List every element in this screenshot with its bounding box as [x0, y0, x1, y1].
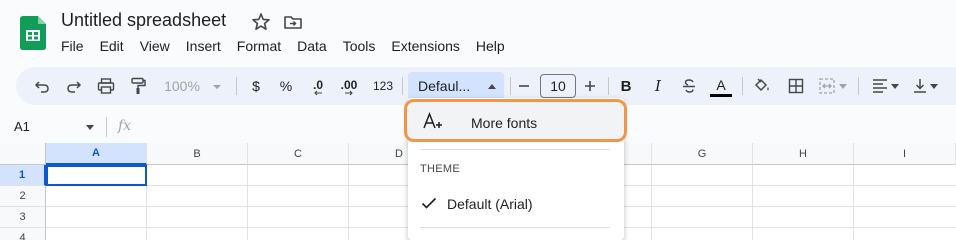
grid-line [247, 165, 248, 240]
menu-extensions[interactable]: Extensions [391, 37, 459, 55]
zoom-value: 100% [164, 78, 200, 94]
print-button[interactable] [94, 67, 118, 105]
redo-icon [67, 81, 82, 93]
paint-bucket-icon [754, 78, 769, 92]
fx-icon: fx [118, 118, 132, 134]
menu-divider [420, 149, 610, 150]
menu-divider [420, 227, 610, 228]
redo-button[interactable] [62, 67, 86, 105]
menu-tools[interactable]: Tools [343, 37, 376, 55]
more-fonts-label: More fonts [471, 115, 538, 131]
toolbar-divider [858, 77, 859, 95]
grid-line [348, 165, 349, 240]
caret-up-icon [488, 84, 496, 89]
paint-format-icon [131, 77, 146, 94]
increase-decimal-button[interactable]: .00 [336, 67, 362, 105]
column-header-c[interactable]: C [248, 143, 349, 165]
font-size-input[interactable]: 10 [540, 74, 576, 98]
menu-insert[interactable]: Insert [186, 37, 221, 55]
merge-chevron-down-icon [839, 83, 847, 89]
toolbar-divider [236, 77, 237, 95]
menu-help[interactable]: Help [476, 37, 505, 55]
align-chevron-down-icon [890, 83, 899, 89]
text-color-label: A [716, 76, 726, 93]
align-left-icon [872, 79, 887, 93]
column-header-h[interactable]: H [753, 143, 854, 165]
borders-icon [788, 78, 804, 94]
borders-button[interactable] [784, 67, 808, 105]
decrease-decimal-button[interactable]: .0 [306, 67, 330, 105]
row-header-3[interactable]: 3 [0, 207, 46, 228]
strikethrough-icon [683, 79, 695, 93]
undo-button[interactable] [30, 67, 54, 105]
paint-format-button[interactable] [126, 67, 150, 105]
menu-edit[interactable]: Edit [100, 37, 124, 55]
toolbar-divider [510, 77, 511, 95]
text-color-button[interactable]: A [708, 67, 734, 105]
grid-line [853, 165, 854, 240]
formula-bar-divider [106, 117, 107, 137]
text-color-swatch [710, 93, 732, 97]
currency-format-button[interactable]: $ [246, 67, 266, 105]
column-header-i[interactable]: I [854, 143, 956, 165]
more-fonts-menu-item[interactable]: More fonts [404, 99, 627, 142]
grid-line [651, 165, 652, 240]
plus-icon [585, 81, 595, 91]
toolbar-divider [608, 77, 609, 95]
merge-cells-icon [819, 78, 835, 94]
merge-cells-button[interactable] [816, 67, 850, 105]
strikethrough-button[interactable] [678, 67, 700, 105]
font-family-select[interactable]: Defaul... [408, 72, 504, 100]
undo-icon [34, 81, 49, 93]
name-box-chevron-down-icon[interactable] [86, 125, 94, 130]
fill-color-button[interactable] [750, 67, 774, 105]
menu-bar: File Edit View Insert Format Data Tools … [61, 37, 521, 55]
arrow-right-icon [345, 90, 353, 96]
vertical-align-button[interactable] [908, 67, 942, 105]
menu-data[interactable]: Data [297, 37, 327, 55]
horizontal-align-button[interactable] [868, 67, 902, 105]
theme-section-header: THEME [420, 163, 460, 175]
check-icon [421, 197, 437, 209]
menu-file[interactable]: File [61, 37, 84, 55]
zoom-chevron-down-icon [213, 85, 221, 89]
arrow-left-icon [314, 90, 322, 96]
select-all-corner[interactable] [0, 143, 46, 165]
minus-icon [519, 85, 529, 87]
grid-line [752, 165, 753, 240]
star-icon[interactable] [251, 12, 271, 32]
document-title[interactable]: Untitled spreadsheet [61, 10, 226, 31]
selected-cell-a1[interactable] [46, 165, 147, 186]
print-icon [97, 78, 115, 94]
toolbar-divider [402, 77, 403, 95]
italic-button[interactable]: I [648, 67, 668, 105]
zoom-select[interactable]: 100% [158, 67, 206, 105]
row-header-2[interactable]: 2 [0, 186, 46, 207]
toolbar-divider [742, 77, 743, 95]
row-header-4[interactable]: 4 [0, 228, 46, 240]
valign-chevron-down-icon [929, 83, 938, 89]
increase-decimal-label: .00 [340, 78, 358, 92]
move-folder-icon[interactable] [283, 12, 303, 32]
menu-format[interactable]: Format [237, 37, 281, 55]
name-box[interactable]: A1 [14, 119, 30, 134]
align-bottom-icon [913, 79, 926, 93]
decrease-decimal-label: .0 [312, 78, 323, 92]
spreadsheet-app: Untitled spreadsheet File Edit View Inse… [0, 0, 956, 240]
sheets-logo-icon[interactable] [20, 16, 46, 50]
theme-font-option[interactable]: Default (Arial) [447, 196, 533, 212]
column-header-g[interactable]: G [652, 143, 753, 165]
font-family-value: Defaul... [418, 78, 471, 94]
column-header-b[interactable]: B [147, 143, 248, 165]
menu-view[interactable]: View [140, 37, 170, 55]
add-font-icon [423, 112, 442, 129]
percent-format-button[interactable]: % [276, 67, 296, 105]
more-formats-button[interactable]: 123 [370, 67, 396, 105]
row-header-1[interactable]: 1 [0, 165, 46, 186]
column-header-a[interactable]: A [46, 143, 147, 165]
